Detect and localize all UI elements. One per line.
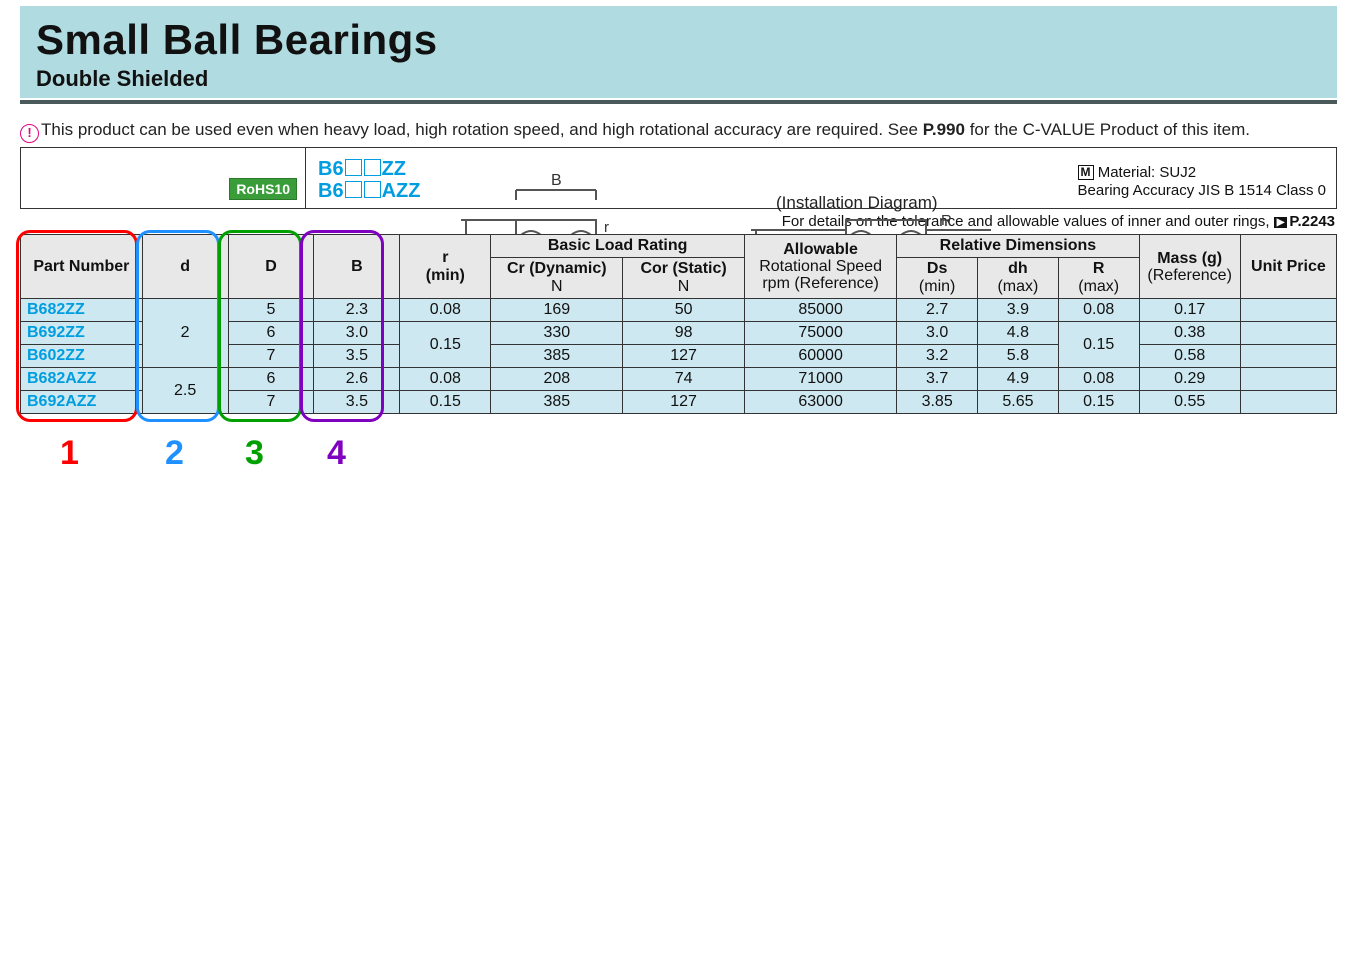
th-price: Unit Price: [1240, 235, 1336, 299]
th-B: B: [314, 235, 400, 299]
annotation-label-1: 1: [60, 434, 79, 473]
header-rule: [20, 98, 1337, 106]
th-d: d: [142, 235, 228, 299]
th-basic: Basic Load Rating: [491, 235, 745, 258]
intro-page-ref: P.990: [923, 120, 965, 139]
th-r: r(min): [400, 235, 491, 299]
page-subtitle: Double Shielded: [36, 66, 1323, 92]
annotation-label-2: 2: [165, 434, 184, 473]
th-D: D: [228, 235, 314, 299]
diagram-row: RoHS10 B6ZZ B6AZZ (Installation Diagram)…: [20, 147, 1337, 209]
th-mass: Mass (g)(Reference): [1139, 235, 1240, 299]
intro-suffix: for the C-VALUE Product of this item.: [965, 120, 1250, 139]
rohs-badge: RoHS10: [229, 178, 297, 200]
spec-table-wrap: Part Number d D B r(min) Basic Load Rati…: [20, 234, 1337, 414]
th-dh: dh(max): [978, 258, 1059, 299]
svg-text:R: R: [941, 212, 952, 229]
info-icon: !: [20, 124, 39, 143]
svg-text:B: B: [551, 172, 562, 189]
material-icon: M: [1078, 165, 1094, 180]
annotation-label-4: 4: [327, 434, 346, 473]
th-rel: Relative Dimensions: [897, 235, 1139, 258]
page-header: Small Ball Bearings Double Shielded: [20, 6, 1337, 98]
product-photo-cell: RoHS10: [21, 148, 306, 208]
spec-table: Part Number d D B r(min) Basic Load Rati…: [20, 234, 1337, 414]
table-row: B682ZZ 2 5 2.3 0.08 169 50 85000 2.7 3.9…: [21, 299, 1337, 322]
intro-text: !This product can be used even when heav…: [20, 120, 1337, 143]
material-note: M Material: SUJ2 Bearing Accuracy JIS B …: [1078, 164, 1326, 200]
th-allow: AllowableRotational Speedrpm (Reference): [744, 235, 896, 299]
page-ref-icon: ▶: [1274, 217, 1288, 228]
th-ds: Ds(min): [897, 258, 978, 299]
diagram-cell: B6ZZ B6AZZ (Installation Diagram) B: [306, 148, 1336, 208]
th-part: Part Number: [21, 235, 143, 299]
table-row: B682AZZ 2.5 6 2.6 0.08 208 74 71000 3.7 …: [21, 368, 1337, 391]
th-cor: Cor (Static)N: [623, 258, 745, 299]
annotation-label-3: 3: [245, 434, 264, 473]
th-cr: Cr (Dynamic)N: [491, 258, 623, 299]
th-R: R(max): [1058, 258, 1139, 299]
intro-prefix: This product can be used even when heavy…: [41, 120, 923, 139]
page-title: Small Ball Bearings: [36, 16, 1323, 64]
